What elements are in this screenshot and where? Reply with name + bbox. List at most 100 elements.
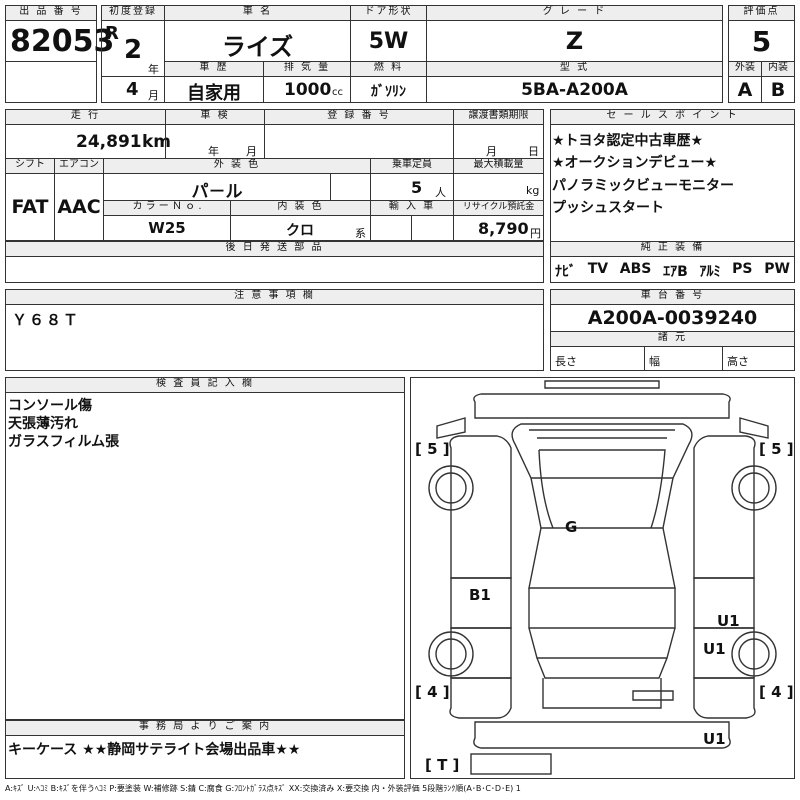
tire-front-left-score: [ 5 ] xyxy=(415,440,450,458)
inspection-cell: 年 月 xyxy=(165,124,265,159)
recycle-unit: 円 xyxy=(530,227,541,240)
displacement-cell: 1000 cc xyxy=(263,76,351,103)
inspection-year-unit: 年 xyxy=(208,145,219,158)
front-bumper xyxy=(473,393,731,419)
sales-point-1: ★トヨタ認定中古車歴★ xyxy=(552,133,704,149)
roof-mid xyxy=(528,588,676,629)
exterior-color-header: 外 装 色 xyxy=(103,158,371,174)
equipment-header: 純 正 装 備 xyxy=(550,241,795,257)
equipment-cell: ﾅﾋﾞ TV ABS ｴｱB ｱﾙﾐ PS PW xyxy=(550,256,795,283)
lot-blank-cell xyxy=(5,61,97,103)
lot-number-cell: 82053 xyxy=(5,20,114,62)
registration-year: 2 xyxy=(124,35,143,65)
office-header: 事 務 局 よ り ご 案 内 xyxy=(5,720,405,736)
first-registration-month-cell: 4 月 xyxy=(101,76,165,103)
exterior-color: パ－ル xyxy=(191,182,243,202)
car-name: ライズ xyxy=(221,33,294,61)
transfer-deadline-cell: 月 日 xyxy=(453,124,544,159)
chassis-number: A200A-0039240 xyxy=(587,307,758,329)
recycle-fee: 8,790 xyxy=(478,219,529,238)
inspection-header: 車 検 xyxy=(165,109,265,125)
first-registration-year-cell: R 2 年 xyxy=(101,20,165,77)
grade-cell: Z xyxy=(426,20,723,62)
max-load-header: 最大積載量 xyxy=(453,158,544,174)
spare-tire-label: [ T ] xyxy=(425,756,460,774)
chassis-header: 車 台 番 号 xyxy=(550,289,795,305)
recycle-cell: 8,790 円 xyxy=(453,215,544,241)
sales-point-2: ★オークションデビュー★ xyxy=(552,155,718,171)
lot-number: 82053 xyxy=(10,24,115,59)
inspector-header: 検 査 員 記 入 欄 xyxy=(5,377,405,393)
damage-mark-g: G xyxy=(565,518,578,536)
equipment-navi: ﾅﾋﾞ xyxy=(555,264,576,280)
length-label: 長さ xyxy=(555,355,577,368)
model-header: 型 式 xyxy=(426,61,723,77)
color-no: W25 xyxy=(148,219,186,237)
recycle-header: リサイクル預託金 xyxy=(453,200,544,216)
interior-grade: B xyxy=(770,79,786,101)
inspector-line-1: コンソール傷 xyxy=(8,398,92,414)
car-diagram-svg xyxy=(428,380,777,775)
fuel: ｶﾞｿﾘﾝ xyxy=(371,84,406,100)
import-cell-a xyxy=(370,215,412,241)
import-header: 輸 入 車 xyxy=(370,200,454,216)
ac: AAC xyxy=(57,196,101,218)
fuel-cell: ｶﾞｿﾘﾝ xyxy=(350,76,427,103)
score: 5 xyxy=(751,25,772,58)
registration-cell xyxy=(264,124,454,159)
era-label: R xyxy=(105,23,119,44)
import-cell-b xyxy=(411,215,454,241)
damage-mark-u1-c: U1 xyxy=(703,730,726,748)
max-load-unit: kg xyxy=(526,184,540,197)
score-cell: 5 xyxy=(728,20,795,62)
sales-points-header: セ ー ル ス ポ イ ン ト xyxy=(550,109,795,125)
left-mirror xyxy=(436,417,466,439)
capacity-cell: 5 人 xyxy=(370,173,454,201)
inspector-line-2: 天張薄汚れ xyxy=(8,416,78,432)
roof-front xyxy=(528,527,676,589)
front-bumper-top xyxy=(544,380,660,389)
shift-header: シフト xyxy=(5,158,55,174)
inspection-month-unit: 月 xyxy=(246,145,257,158)
exterior-color-cell: パ－ル xyxy=(103,173,331,202)
inspector-cell: コンソール傷 天張薄汚れ ガラスフィルム張 xyxy=(5,392,405,720)
later-parts-cell xyxy=(5,256,544,283)
transfer-deadline-header: 譲渡書類期限 xyxy=(453,109,544,125)
mileage-header: 走 行 xyxy=(5,109,166,125)
door-header: ドア形状 xyxy=(350,5,427,21)
left-door-rear xyxy=(450,627,512,679)
roof-rear xyxy=(528,627,676,659)
capacity-header: 乗車定員 xyxy=(370,158,454,174)
rear-window xyxy=(536,657,668,679)
height-label: 高さ xyxy=(727,355,749,368)
shift: FAT xyxy=(11,196,49,218)
interior-color-cell: クロ 系 xyxy=(230,215,371,241)
interior-grade-header: 内装 xyxy=(761,61,795,77)
displacement-header: 排 気 量 xyxy=(263,61,351,77)
equipment-tv: TV xyxy=(587,261,609,277)
office-cell: キーケース ★★静岡サテライト会場出品車★★ xyxy=(5,735,405,779)
registration-month: 4 xyxy=(126,79,139,100)
rear-plate xyxy=(632,690,674,701)
mileage-cell: 24,891 km xyxy=(5,124,171,159)
ac-header: エアコン xyxy=(54,158,104,174)
interior-grade-cell: B xyxy=(761,76,795,103)
exterior-grade-header: 外装 xyxy=(728,61,762,77)
history: 自家用 xyxy=(187,83,241,104)
color-no-header: カ ラ ー Ｎ ｏ . xyxy=(103,200,231,216)
damage-diagram: [ 5 ] [ 5 ] [ 4 ] [ 4 ] [ T ] G B1 U1 U1… xyxy=(410,377,795,779)
registration-header: 登 録 番 号 xyxy=(264,109,454,125)
car-name-header: 車 名 xyxy=(164,5,351,21)
exterior-color-extra-cell xyxy=(330,173,371,201)
chassis-cell: A200A-0039240 xyxy=(550,304,795,332)
hood-lines xyxy=(529,429,675,439)
capacity: 5 xyxy=(411,178,423,197)
door-cell: 5W xyxy=(350,20,427,62)
equipment-ps: PS xyxy=(732,261,753,277)
sales-point-3: パノラミックビューモニター xyxy=(552,178,734,194)
sales-points-cell: ★トヨタ認定中古車歴★ ★オークションデビュー★ パノラミックビューモニター プ… xyxy=(550,124,795,242)
car-name-cell: ライズ xyxy=(164,20,351,62)
damage-mark-u1-a: U1 xyxy=(717,612,740,630)
transfer-day-unit: 日 xyxy=(528,145,539,158)
history-header: 車 歴 xyxy=(164,61,264,77)
